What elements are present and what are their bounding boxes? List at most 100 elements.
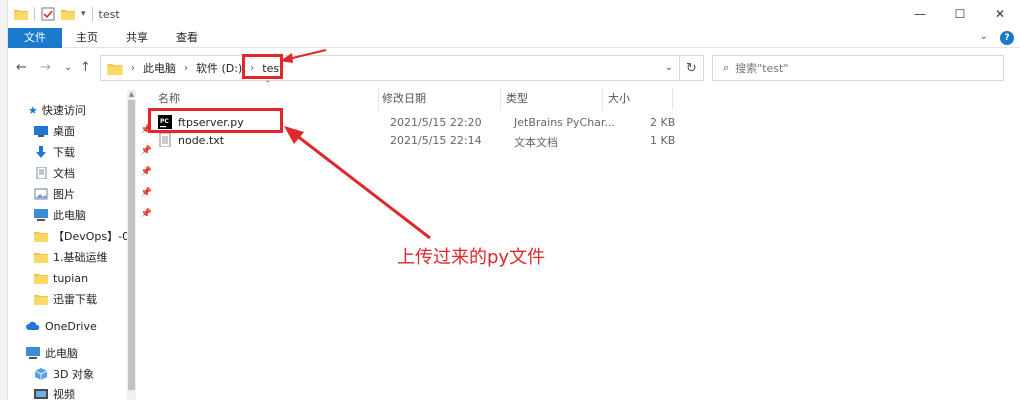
desktop-icon bbox=[34, 126, 48, 137]
breadcrumb-chevron[interactable]: › bbox=[131, 63, 135, 74]
file-row[interactable]: node.txt 2021/5/15 22:14 文本文档 1 KB bbox=[156, 132, 676, 150]
navigation-pane: ★ 快速访问 桌面 📌 下载 📌 文档 📌 图片 📌 此电脑 📌 【DevOps… bbox=[8, 90, 152, 400]
file-type: JetBrains PyChar... bbox=[514, 116, 615, 129]
sidebar-item-label: 此电脑 bbox=[53, 209, 86, 222]
folder-icon bbox=[34, 295, 48, 305]
close-button[interactable]: ✕ bbox=[980, 0, 1020, 28]
sidebar-item-label: 视频 bbox=[53, 388, 75, 400]
sidebar-item-downloads[interactable]: 下载 📌 bbox=[34, 142, 156, 162]
sidebar-item-videos[interactable]: 视频 bbox=[34, 384, 156, 400]
download-icon bbox=[36, 146, 46, 158]
cloud-icon bbox=[26, 321, 40, 330]
sidebar-item-label: 【DevOps】-00 bbox=[53, 230, 137, 243]
breadcrumb-highlight-box bbox=[242, 54, 283, 79]
column-header-type[interactable]: 类型 bbox=[506, 90, 528, 108]
sidebar-item-label: 文档 bbox=[53, 167, 75, 180]
scrollbar-thumb[interactable] bbox=[128, 100, 135, 390]
search-box[interactable]: ⌕ bbox=[712, 55, 1004, 81]
sidebar-item-xunlei[interactable]: 迅雷下载 bbox=[34, 289, 156, 309]
breadcrumb-this-pc[interactable]: 此电脑 bbox=[143, 60, 176, 76]
forward-button[interactable]: → bbox=[40, 60, 51, 75]
sidebar-item-basic-ops[interactable]: 1.基础运维 bbox=[34, 247, 156, 267]
ribbon-tabs: 文件 主页 共享 查看 ⌄ ? bbox=[8, 27, 1020, 48]
scroll-up-icon[interactable]: ▲ bbox=[127, 90, 136, 99]
file-size: 1 KB bbox=[650, 134, 676, 147]
toolbar-separator bbox=[91, 7, 93, 21]
sort-indicator-icon: ⌃ bbox=[264, 80, 272, 90]
sidebar-scrollbar[interactable]: ▲ bbox=[127, 90, 136, 400]
column-separator[interactable] bbox=[672, 88, 673, 110]
video-icon bbox=[34, 389, 48, 399]
customize-toolbar-icon[interactable]: ▾ bbox=[81, 9, 86, 19]
quick-access-toolbar: ▾ bbox=[14, 7, 93, 21]
column-header-date[interactable]: 修改日期 bbox=[382, 90, 426, 108]
tab-share[interactable]: 共享 bbox=[112, 28, 162, 48]
new-folder-icon[interactable] bbox=[61, 8, 75, 20]
sidebar-item-label: 下载 bbox=[53, 146, 75, 159]
sidebar-item-devops[interactable]: 【DevOps】-00 bbox=[34, 226, 156, 246]
maximize-button[interactable]: ☐ bbox=[940, 0, 980, 28]
properties-check-icon[interactable] bbox=[41, 7, 55, 21]
sidebar-item-pictures[interactable]: 图片 📌 bbox=[34, 184, 156, 204]
column-separator[interactable] bbox=[500, 88, 501, 110]
search-icon: ⌕ bbox=[723, 61, 730, 74]
window-title: test bbox=[98, 7, 120, 21]
help-icon[interactable]: ? bbox=[1000, 31, 1014, 45]
breadcrumb-drive-d[interactable]: 软件 (D:) bbox=[196, 60, 242, 76]
file-date: 2021/5/15 22:14 bbox=[390, 134, 482, 147]
address-bar[interactable]: › 此电脑 › 软件 (D:) › test ⌄ bbox=[100, 55, 680, 81]
sidebar-item-tupian[interactable]: tupian bbox=[34, 268, 156, 288]
sidebar-item-label: 3D 对象 bbox=[53, 368, 94, 381]
sidebar-item-desktop[interactable]: 桌面 📌 bbox=[34, 121, 156, 141]
sidebar-item-label: tupian bbox=[53, 271, 89, 285]
refresh-button[interactable]: ↻ bbox=[680, 55, 704, 81]
ribbon-collapse-icon[interactable]: ⌄ bbox=[980, 31, 988, 45]
explorer-window: ▾ test — ☐ ✕ 文件 主页 共享 查看 ⌄ ? ← → ⌄ ↑ › 此… bbox=[8, 0, 1020, 400]
text-file-icon bbox=[159, 133, 171, 147]
address-dropdown-icon[interactable]: ⌄ bbox=[665, 62, 673, 73]
sidebar-item-label: 图片 bbox=[53, 188, 75, 201]
sidebar-item-label: 1.基础运维 bbox=[53, 251, 108, 264]
file-name: node.txt bbox=[178, 134, 225, 147]
column-separator[interactable] bbox=[378, 88, 379, 110]
folder-icon bbox=[34, 253, 48, 263]
picture-icon bbox=[34, 188, 48, 200]
file-size: 2 KB bbox=[650, 116, 676, 129]
tab-home[interactable]: 主页 bbox=[62, 28, 112, 48]
minimize-button[interactable]: — bbox=[900, 0, 940, 28]
sidebar-item-label: 桌面 bbox=[53, 125, 75, 138]
file-type: 文本文档 bbox=[514, 136, 558, 149]
column-separator[interactable] bbox=[602, 88, 603, 110]
document-icon bbox=[36, 167, 47, 179]
breadcrumb-chevron[interactable]: › bbox=[184, 63, 188, 74]
computer-icon bbox=[34, 209, 48, 221]
sidebar-item-label: 迅雷下载 bbox=[53, 293, 97, 306]
computer-icon bbox=[26, 347, 40, 359]
ribbon-right-controls: ⌄ ? bbox=[980, 31, 1014, 45]
sidebar-item-documents[interactable]: 文档 📌 bbox=[34, 163, 156, 183]
recent-locations-button[interactable]: ⌄ bbox=[64, 62, 72, 73]
sidebar-item-label: OneDrive bbox=[45, 319, 97, 333]
sidebar-item-this-pc-pinned[interactable]: 此电脑 📌 bbox=[34, 205, 156, 225]
search-input[interactable] bbox=[735, 61, 976, 75]
back-button[interactable]: ← bbox=[16, 60, 27, 75]
folder-icon bbox=[34, 274, 48, 284]
star-icon: ★ bbox=[28, 103, 38, 117]
window-controls: — ☐ ✕ bbox=[900, 0, 1020, 28]
3d-objects-icon bbox=[34, 368, 48, 380]
navigation-bar: ← → ⌄ ↑ › 此电脑 › 软件 (D:) › test ⌄ ↻ ⌕ bbox=[8, 54, 1020, 82]
folder-icon bbox=[14, 10, 28, 20]
sidebar-item-label: 快速访问 bbox=[41, 104, 86, 117]
up-button[interactable]: ↑ bbox=[80, 60, 91, 75]
tab-view[interactable]: 查看 bbox=[162, 28, 212, 48]
column-header-size[interactable]: 大小 bbox=[608, 90, 630, 108]
file-highlight-box bbox=[148, 108, 283, 133]
tab-file[interactable]: 文件 bbox=[8, 27, 62, 48]
file-date: 2021/5/15 22:20 bbox=[390, 116, 482, 129]
file-list: ⌃ 名称 修改日期 类型 大小 PC ftpserver.py 2021/5/1… bbox=[144, 80, 1020, 400]
toolbar-separator bbox=[34, 7, 35, 21]
folder-icon bbox=[107, 63, 123, 75]
column-header-name[interactable]: 名称 bbox=[158, 90, 180, 108]
folder-icon bbox=[34, 232, 48, 242]
sidebar-item-3d-objects[interactable]: 3D 对象 bbox=[34, 364, 156, 384]
